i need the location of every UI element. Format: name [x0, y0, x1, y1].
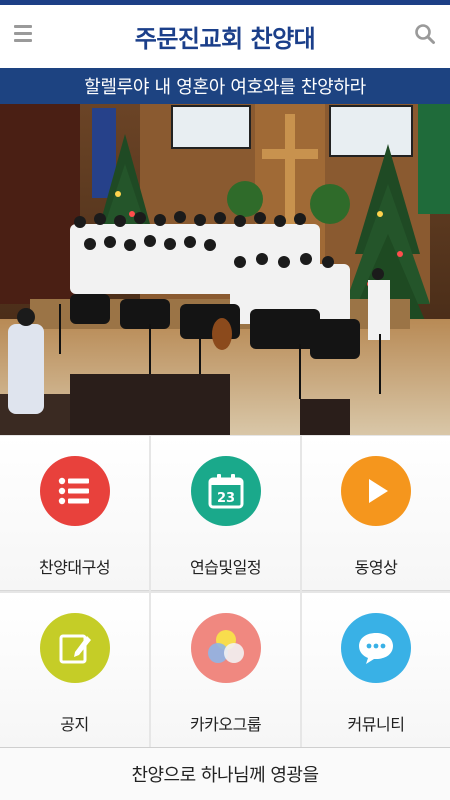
footer-motto: 찬양으로 하나님께 영광을 — [0, 747, 450, 800]
menu-tile-label: 찬양대구성 — [38, 558, 111, 577]
calendar-icon: 23 — [190, 456, 261, 526]
menu-tile-label: 커뮤니티 — [347, 715, 405, 734]
menu-tile-label: 연습및일정 — [189, 558, 262, 577]
scripture-banner: 할렐루야 내 영혼아 여호와를 찬양하라 — [0, 68, 450, 104]
group-circles-icon — [190, 613, 261, 683]
menu-tile-label: 공지 — [60, 715, 89, 734]
menu-tile-label: 동영상 — [354, 558, 398, 577]
menu-tile-videos[interactable]: 동영상 — [302, 436, 450, 591]
menu-tile-practice-schedule[interactable]: 23 연습및일정 — [151, 436, 300, 591]
hamburger-icon[interactable] — [14, 25, 34, 43]
choir-photo — [0, 104, 450, 435]
menu-tile-kakao-group[interactable]: 카카오그룹 — [151, 593, 300, 748]
menu-grid: 찬양대구성 23 연습및일정 동영상 공지 카카오그룹 커뮤니티 — [0, 435, 450, 748]
menu-tile-label: 카카오그룹 — [189, 715, 262, 734]
calendar-number: 23 — [216, 491, 234, 506]
search-icon[interactable] — [414, 23, 436, 45]
menu-tile-notice[interactable]: 공지 — [0, 593, 149, 748]
menu-tile-choir-structure[interactable]: 찬양대구성 — [0, 436, 149, 591]
chat-bubble-icon — [341, 613, 411, 683]
app-header: 주문진교회 찬양대 — [0, 5, 450, 68]
app-title: 주문진교회 찬양대 — [134, 25, 316, 53]
edit-note-icon — [39, 613, 110, 683]
list-icon — [39, 456, 110, 526]
menu-tile-community[interactable]: 커뮤니티 — [302, 593, 450, 748]
play-icon — [341, 456, 411, 526]
